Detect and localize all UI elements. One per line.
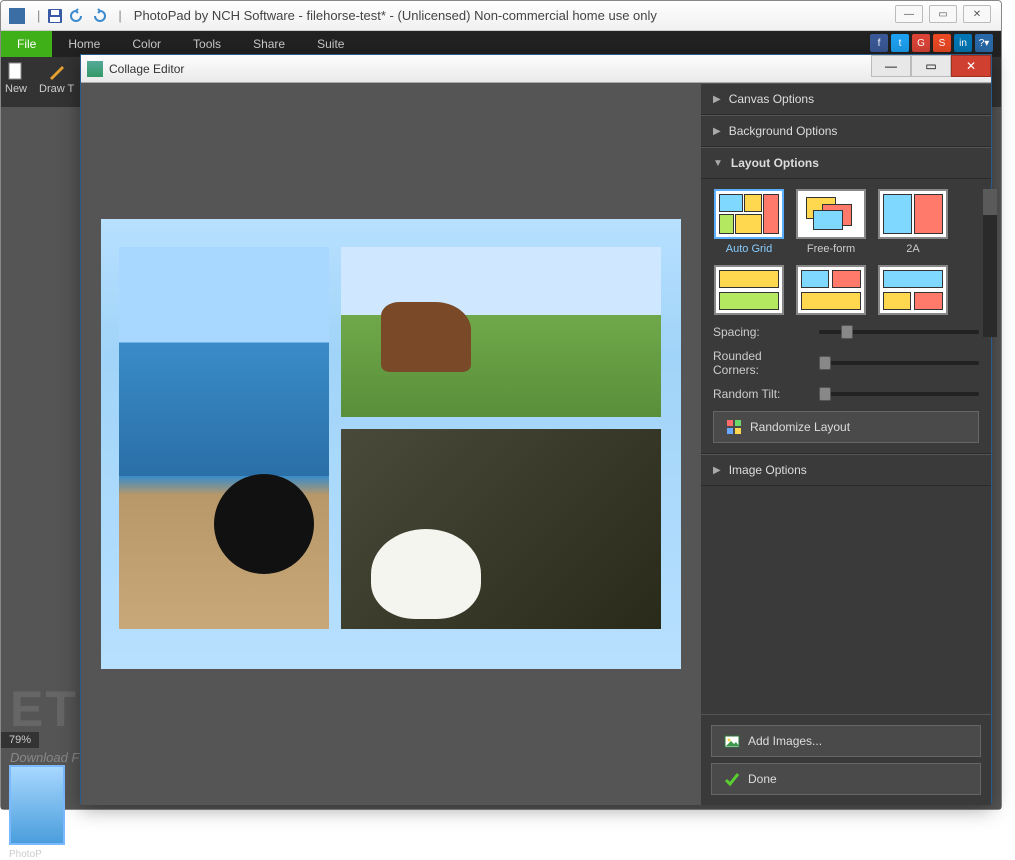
linkedin-icon[interactable]: in — [954, 34, 972, 52]
section-layout-label: Layout Options — [731, 156, 819, 170]
minimize-button[interactable]: — — [895, 5, 923, 23]
layout-auto-grid[interactable]: Auto Grid — [713, 189, 785, 255]
rounded-slider-row: Rounded Corners: — [713, 349, 979, 377]
done-button[interactable]: Done — [711, 763, 981, 795]
add-images-label: Add Images... — [748, 734, 822, 748]
zoom-indicator: 79% — [1, 732, 39, 748]
layout-free-form[interactable]: Free-form — [795, 189, 867, 255]
thumbnail-label: PhotoP — [9, 849, 42, 860]
app-icon — [9, 8, 25, 24]
separator: | — [118, 8, 121, 23]
chevron-right-icon: ▶ — [713, 94, 721, 105]
section-canvas-label: Canvas Options — [729, 92, 814, 106]
chevron-down-icon: ▼ — [713, 158, 723, 169]
chevron-right-icon: ▶ — [713, 126, 721, 137]
section-image-label: Image Options — [729, 463, 807, 477]
layout-row-5[interactable] — [795, 265, 867, 315]
section-background-label: Background Options — [729, 124, 838, 138]
layout-2a[interactable]: 2A — [877, 189, 949, 255]
side-panel: ▶ Canvas Options ▶ Background Options ▼ … — [701, 83, 991, 805]
maximize-button[interactable]: ▭ — [929, 5, 957, 23]
random-tilt-slider[interactable] — [819, 392, 979, 396]
thumbnail[interactable] — [9, 765, 65, 845]
google-plus-icon[interactable]: G — [912, 34, 930, 52]
menu-file[interactable]: File — [1, 31, 52, 57]
draw-tool-button[interactable]: Draw T — [39, 61, 74, 103]
layout-options-body: Auto Grid Free-form — [701, 179, 991, 454]
spacing-slider[interactable] — [819, 330, 979, 334]
new-button[interactable]: New — [5, 61, 27, 103]
spacing-label: Spacing: — [713, 325, 811, 339]
add-images-button[interactable]: Add Images... — [711, 725, 981, 757]
dialog-icon — [87, 61, 103, 77]
side-footer: Add Images... Done — [701, 714, 991, 805]
tilt-slider-row: Random Tilt: — [713, 387, 979, 401]
collage-editor-dialog: Collage Editor — ▭ ✕ ▶ Canvas Options ▶ — [80, 54, 992, 804]
section-canvas-options[interactable]: ▶ Canvas Options — [701, 83, 991, 115]
section-image-options[interactable]: ▶ Image Options — [701, 454, 991, 486]
add-images-icon — [724, 733, 740, 749]
done-icon — [724, 771, 740, 787]
collage-cell-horse[interactable] — [341, 247, 661, 417]
redo-icon[interactable] — [90, 7, 108, 25]
help-icon[interactable]: ?▾ — [975, 34, 993, 52]
dialog-close-button[interactable]: ✕ — [951, 55, 991, 77]
save-icon[interactable] — [46, 7, 64, 25]
main-titlebar: | | PhotoPad by NCH Software - filehorse… — [1, 1, 1001, 31]
window-title: PhotoPad by NCH Software - filehorse-tes… — [134, 8, 657, 23]
chevron-right-icon: ▶ — [713, 465, 721, 476]
section-layout-options[interactable]: ▼ Layout Options — [701, 147, 991, 179]
tilt-label: Random Tilt: — [713, 387, 811, 401]
randomize-layout-button[interactable]: Randomize Layout — [713, 411, 979, 443]
undo-icon[interactable] — [68, 7, 86, 25]
done-label: Done — [748, 772, 777, 786]
new-label: New — [5, 83, 27, 95]
section-background-options[interactable]: ▶ Background Options — [701, 115, 991, 147]
layout-free-form-label: Free-form — [807, 243, 855, 255]
dialog-title: Collage Editor — [109, 62, 184, 76]
collage-canvas-area — [81, 83, 701, 805]
collage-preview[interactable] — [101, 219, 681, 669]
layout-row-6[interactable] — [877, 265, 949, 315]
layout-auto-grid-label: Auto Grid — [726, 243, 772, 255]
close-button[interactable]: ✕ — [963, 5, 991, 23]
facebook-icon[interactable]: f — [870, 34, 888, 52]
stumbleupon-icon[interactable]: S — [933, 34, 951, 52]
draw-label: Draw T — [39, 83, 74, 95]
collage-cell-sea[interactable] — [119, 247, 329, 629]
layout-2a-label: 2A — [906, 243, 919, 255]
collage-cell-rabbit[interactable] — [341, 429, 661, 629]
dialog-minimize-button[interactable]: — — [871, 55, 911, 77]
randomize-icon — [726, 419, 742, 435]
spacing-slider-row: Spacing: — [713, 325, 979, 339]
rounded-label: Rounded Corners: — [713, 349, 811, 377]
separator: | — [37, 8, 40, 23]
layout-scrollbar[interactable] — [983, 189, 997, 337]
twitter-icon[interactable]: t — [891, 34, 909, 52]
layout-row-4[interactable] — [713, 265, 785, 315]
dialog-maximize-button[interactable]: ▭ — [911, 55, 951, 77]
dialog-titlebar[interactable]: Collage Editor — ▭ ✕ — [81, 55, 991, 83]
randomize-label: Randomize Layout — [750, 420, 850, 434]
rounded-corners-slider[interactable] — [819, 361, 979, 365]
